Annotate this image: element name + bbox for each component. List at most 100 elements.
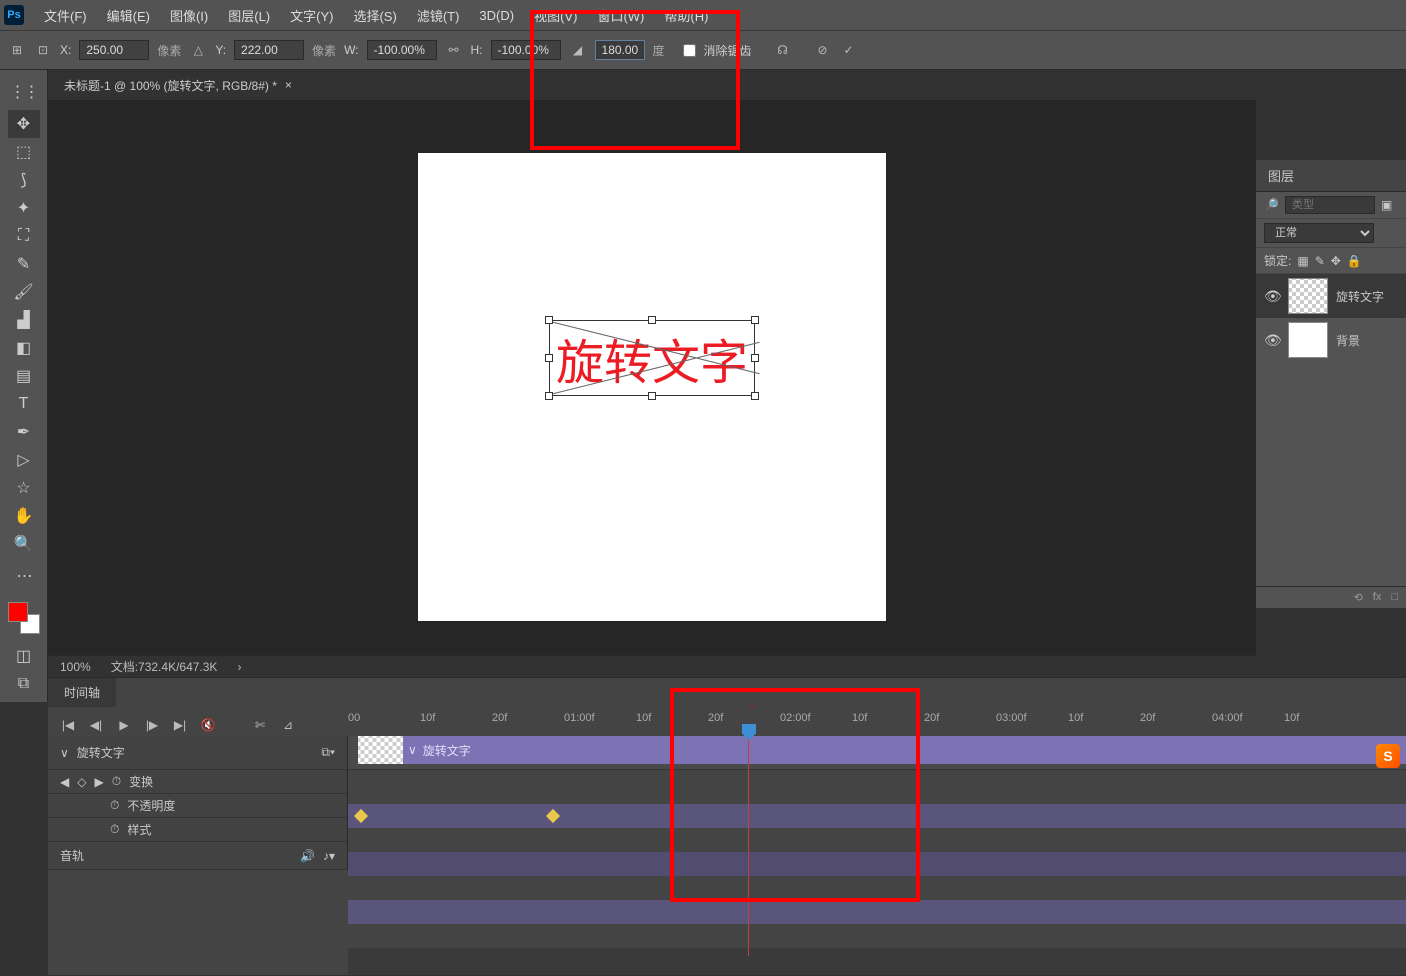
handle-bottom-mid[interactable] [648, 392, 656, 400]
antialias-checkbox[interactable] [683, 44, 696, 57]
stopwatch-icon[interactable]: ⏱ [110, 822, 119, 837]
cancel-icon[interactable]: ⊘ [814, 41, 832, 59]
lock-pixels-icon[interactable]: ▦ [1297, 254, 1308, 268]
crop-tool[interactable]: ⛶ [8, 222, 40, 250]
audio-track-header[interactable]: 音轨 🔊 ♪▾ [48, 842, 348, 870]
canvas-area[interactable]: 旋转文字 [48, 100, 1256, 673]
menu-view[interactable]: 视图(V) [524, 6, 587, 25]
reference-point-icon[interactable]: ⊡ [34, 41, 52, 59]
handle-top-right[interactable] [751, 316, 759, 324]
track-header-main[interactable]: ∨ 旋转文字 ⧉▾ [48, 736, 348, 770]
track-body-main[interactable]: ∨ 旋转文字 [348, 736, 1406, 770]
layer-thumb-text[interactable] [1288, 278, 1328, 314]
shape-tool[interactable]: ☆ [8, 474, 40, 502]
key-toggle-icon[interactable]: ◇ [77, 775, 86, 789]
quickmask-tool[interactable]: ◫ [8, 642, 40, 670]
audio-note-icon[interactable]: ♪▾ [323, 849, 335, 863]
lock-brush-icon[interactable]: ✎ [1315, 254, 1325, 268]
timeline-ruler[interactable]: 00 10f 20f 01:00f 10f 20f 02:00f 10f 20f… [348, 708, 1406, 736]
zoom-tool[interactable]: 🔍 [8, 530, 40, 558]
transform-tool-icon[interactable]: ⊞ [8, 41, 26, 59]
canvas[interactable]: 旋转文字 [418, 153, 886, 621]
delta-icon[interactable]: △ [189, 41, 207, 59]
layer-row-text[interactable]: 👁 旋转文字 [1256, 274, 1406, 318]
mask-icon[interactable]: □ [1391, 591, 1398, 604]
toolbox-handle[interactable]: ⋮⋮ [8, 78, 40, 106]
gradient-tool[interactable]: ▤ [8, 362, 40, 390]
menu-window[interactable]: 窗口(W) [587, 6, 654, 25]
document-tab[interactable]: 未标题-1 @ 100% (旋转文字, RGB/8#) * × [54, 72, 302, 99]
next-frame-icon[interactable]: |▶ [140, 713, 164, 737]
eraser-tool[interactable]: ◧ [8, 334, 40, 362]
stopwatch-icon[interactable]: ⏱ [110, 798, 119, 813]
transition-icon[interactable]: ⊿ [276, 713, 300, 737]
lasso-tool[interactable]: ⟆ [8, 166, 40, 194]
visibility-icon[interactable]: 👁 [1264, 288, 1280, 305]
prop-track-style[interactable] [348, 900, 1406, 924]
close-tab-icon[interactable]: × [285, 78, 292, 92]
last-frame-icon[interactable]: ▶| [168, 713, 192, 737]
handle-top-mid[interactable] [648, 316, 656, 324]
foreground-color[interactable] [8, 602, 28, 622]
prop-header-opacity[interactable]: ⏱ 不透明度 [48, 794, 348, 818]
handle-top-left[interactable] [545, 316, 553, 324]
play-icon[interactable]: ▶ [112, 713, 136, 737]
stopwatch-icon[interactable]: ⏱ [112, 774, 121, 789]
marquee-tool[interactable]: ⬚ [8, 138, 40, 166]
split-icon[interactable]: ✄ [248, 713, 272, 737]
prev-frame-icon[interactable]: ◀| [84, 713, 108, 737]
menu-edit[interactable]: 编辑(E) [97, 6, 160, 25]
hand-tool[interactable]: ✋ [8, 502, 40, 530]
menu-3d[interactable]: 3D(D) [469, 8, 524, 23]
magic-wand-tool[interactable]: ✦ [8, 194, 40, 222]
collapse-icon[interactable]: ∨ [60, 746, 69, 760]
y-input[interactable] [234, 40, 304, 60]
blend-mode-select[interactable]: 正常 [1264, 223, 1374, 243]
layer-row-bg[interactable]: 👁 背景 [1256, 318, 1406, 362]
angle-input[interactable] [595, 40, 645, 60]
layer-thumb-bg[interactable] [1288, 322, 1328, 358]
prev-key-icon[interactable]: ◀ [60, 775, 69, 789]
color-swatches[interactable] [8, 602, 40, 634]
prop-header-style[interactable]: ⏱ 样式 [48, 818, 348, 842]
lock-move-icon[interactable]: ✥ [1331, 254, 1341, 268]
clip-expand-icon[interactable]: ∨ [408, 743, 417, 757]
path-select-tool[interactable]: ▷ [8, 446, 40, 474]
eyedropper-tool[interactable]: ✎ [8, 250, 40, 278]
menu-layer[interactable]: 图层(L) [218, 6, 280, 25]
pen-tool[interactable]: ✒ [8, 418, 40, 446]
menu-type[interactable]: 文字(Y) [280, 6, 343, 25]
prop-header-transform[interactable]: ◀ ◇ ▶ ⏱ 变换 [48, 770, 348, 794]
status-flyout-icon[interactable]: › [237, 660, 241, 674]
mute-icon[interactable]: 🔇 [196, 713, 220, 737]
fx-icon[interactable]: fx [1373, 591, 1382, 604]
audio-volume-icon[interactable]: 🔊 [300, 849, 315, 863]
timeline-clip[interactable]: ∨ 旋转文字 [358, 736, 1406, 764]
visibility-icon[interactable]: 👁 [1264, 332, 1280, 349]
handle-bottom-right[interactable] [751, 392, 759, 400]
type-tool[interactable]: T [8, 390, 40, 418]
brush-tool[interactable]: 🖌 [8, 278, 40, 306]
transform-box[interactable]: 旋转文字 [549, 320, 755, 396]
handle-bottom-left[interactable] [545, 392, 553, 400]
next-key-icon[interactable]: ▶ [94, 775, 103, 789]
x-input[interactable] [79, 40, 149, 60]
link-layers-icon[interactable]: ⟲ [1354, 591, 1363, 604]
h-input[interactable] [491, 40, 561, 60]
handle-mid-left[interactable] [545, 354, 553, 362]
track-options-icon[interactable]: ⧉▾ [321, 745, 335, 760]
menu-file[interactable]: 文件(F) [34, 6, 97, 25]
more-tools-icon[interactable]: ⋯ [8, 562, 40, 590]
screenmode-tool[interactable]: ⧉ [8, 670, 40, 698]
first-frame-icon[interactable]: |◀ [56, 713, 80, 737]
zoom-level[interactable]: 100% [60, 660, 91, 674]
menu-filter[interactable]: 滤镜(T) [407, 6, 470, 25]
layers-tab[interactable]: 图层 [1256, 160, 1406, 192]
lock-all-icon[interactable]: 🔒 [1347, 254, 1362, 268]
w-input[interactable] [367, 40, 437, 60]
timeline-tab[interactable]: 时间轴 [48, 678, 116, 707]
layer-filter-input[interactable] [1285, 196, 1375, 214]
menu-select[interactable]: 选择(S) [343, 6, 406, 25]
menu-help[interactable]: 帮助(H) [654, 6, 718, 25]
commit-icon[interactable]: ✓ [840, 41, 858, 59]
